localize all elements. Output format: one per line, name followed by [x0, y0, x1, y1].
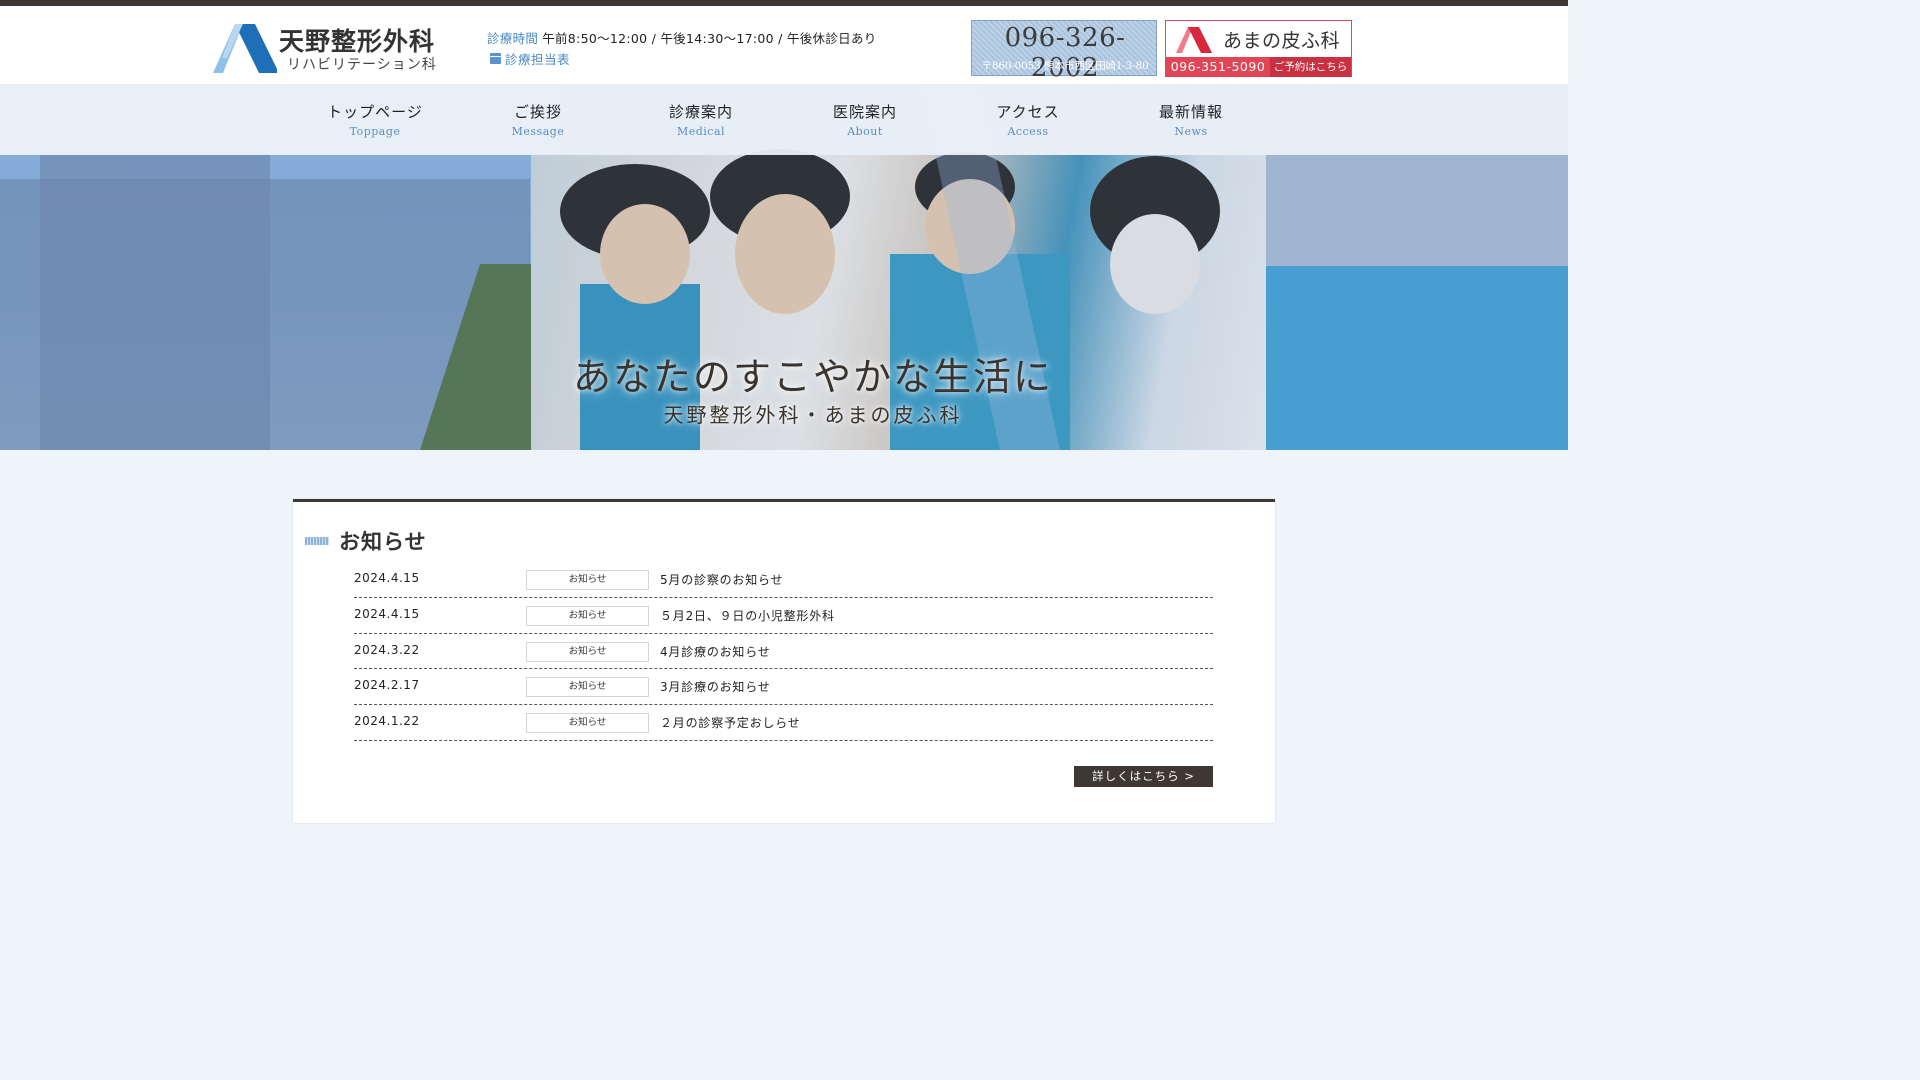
nav-label: 医院案内	[832, 103, 897, 121]
schedule-link-label: 診療担当表	[505, 52, 571, 67]
main-nav: トップページ Toppage ご挨拶 Message 診療案内 Medical …	[0, 84, 1568, 155]
news-list: 2024.4.15 お知らせ 5月の診察のお知らせ 2024.4.15 お知らせ…	[354, 562, 1213, 741]
site-header: 天野整形外科 リハビリテーション科 診療時間 午前8:50～12:00 / 午後1…	[0, 6, 1568, 84]
nav-sublabel: News	[1174, 125, 1208, 138]
heading-stripe-icon	[305, 537, 329, 545]
news-date: 2024.3.22	[354, 642, 420, 657]
dermatology-phone: 096-351-5090	[1166, 57, 1270, 77]
news-link[interactable]: 3月診療のお知らせ	[660, 678, 771, 695]
hero-title: あなたのすこやかな生活に	[572, 355, 1053, 399]
news-date: 2024.1.22	[354, 714, 420, 729]
news-row[interactable]: 2024.1.22 お知らせ ２月の診察予定おしらせ	[354, 705, 1213, 741]
dermatology-box[interactable]: あまの皮ふ科 096-351-5090 ご予約はこちら	[1165, 20, 1352, 77]
nav-sublabel: Toppage	[349, 125, 401, 138]
logo-subtitle: リハビリテーション科	[287, 57, 437, 73]
nav-item-news[interactable]: 最新情報 News	[1121, 101, 1261, 138]
news-link[interactable]: ２月の診察予定おしらせ	[660, 714, 801, 731]
news-link[interactable]: ５月2日、９日の小児整形外科	[660, 607, 835, 624]
news-tag: お知らせ	[526, 713, 649, 734]
nav-label: 診療案内	[668, 103, 733, 121]
calendar-icon	[490, 53, 501, 64]
news-more-button[interactable]: 詳しくはこちら >	[1074, 766, 1213, 787]
hero-subtitle: 天野整形外科・あまの皮ふ科	[663, 403, 963, 427]
nav-sublabel: About	[847, 125, 883, 138]
news-row[interactable]: 2024.4.15 お知らせ ５月2日、９日の小児整形外科	[354, 598, 1213, 634]
nav-item-access[interactable]: アクセス Access	[958, 101, 1098, 138]
news-tag: お知らせ	[526, 570, 649, 590]
nav-item-toppage[interactable]: トップページ Toppage	[305, 101, 445, 138]
clinic-address: 〒860-0053 熊本市西区田崎1-3-80	[981, 60, 1149, 72]
news-heading: お知らせ	[305, 526, 427, 556]
nav-item-message[interactable]: ご挨拶 Message	[468, 101, 608, 138]
schedule-link[interactable]: 診療担当表	[490, 49, 570, 68]
nav-label: 最新情報	[1158, 103, 1223, 121]
site-logo[interactable]: 天野整形外科 リハビリテーション科	[213, 24, 453, 76]
nav-label: アクセス	[996, 103, 1060, 121]
news-tag: お知らせ	[526, 605, 649, 626]
nav-sublabel: Medical	[676, 125, 726, 138]
clinic-hours: 診療時間 午前8:50～12:00 / 午後14:30～17:00 / 午後休診日…	[487, 28, 877, 47]
news-date: 2024.4.15	[354, 571, 420, 585]
news-date: 2024.4.15	[354, 606, 420, 621]
hours-label: 診療時間	[487, 31, 539, 46]
news-row[interactable]: 2024.4.15 お知らせ 5月の診察のお知らせ	[354, 562, 1213, 598]
ortho-phone-box[interactable]: 096-326-2002 〒860-0053 熊本市西区田崎1-3-80	[971, 20, 1157, 83]
nav-item-medical[interactable]: 診療案内 Medical	[631, 101, 771, 138]
news-date: 2024.2.17	[354, 678, 420, 693]
ortho-phone-number: 096-326-2002	[1004, 23, 1126, 83]
nav-label: ご挨拶	[513, 103, 562, 121]
nav-sublabel: Message	[511, 125, 565, 138]
news-tag: お知らせ	[526, 641, 649, 662]
dermatology-logo-icon	[1176, 27, 1212, 53]
dermatology-name: あまの皮ふ科	[1223, 30, 1341, 52]
logo-name: 天野整形外科	[279, 27, 436, 56]
nav-sublabel: Access	[1007, 125, 1049, 138]
hours-text: 午前8:50～12:00 / 午後14:30～17:00 / 午後休診日あり	[542, 31, 877, 46]
news-tag: お知らせ	[526, 677, 649, 698]
news-row[interactable]: 2024.3.22 お知らせ 4月診療のお知らせ	[354, 634, 1213, 670]
news-link[interactable]: 5月の診察のお知らせ	[660, 571, 783, 588]
news-row[interactable]: 2024.2.17 お知らせ 3月診療のお知らせ	[354, 669, 1213, 706]
news-link[interactable]: 4月診療のお知らせ	[660, 643, 771, 660]
news-section: お知らせ 2024.4.15 お知らせ 5月の診察のお知らせ 2024.4.15…	[293, 499, 1275, 823]
nav-item-about[interactable]: 医院案内 About	[795, 101, 935, 138]
reservation-link[interactable]: ご予約はこちら	[1270, 57, 1351, 77]
logo-mark-icon	[213, 24, 277, 73]
news-title: お知らせ	[339, 529, 427, 554]
nav-label: トップページ	[327, 103, 423, 121]
